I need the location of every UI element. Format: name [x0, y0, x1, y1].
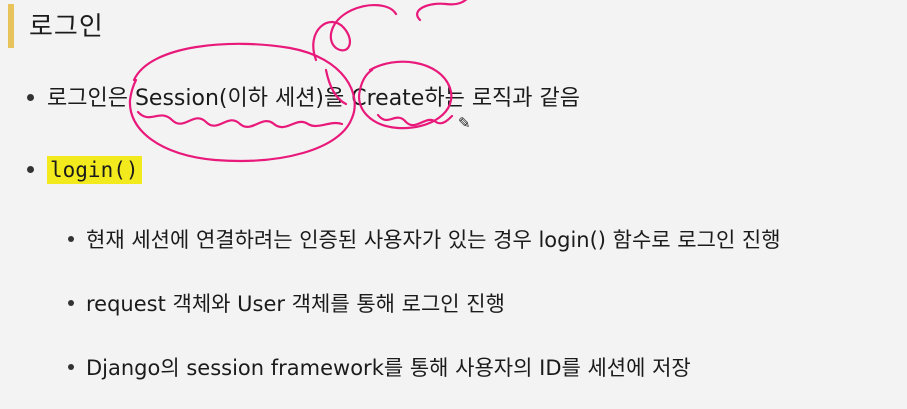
sub-bullet-text: 현재 세션에 연결하려는 인증된 사용자가 있는 경우 login() 함수로 … — [86, 228, 781, 252]
bullet-login-function: login() — [27, 156, 142, 184]
sub-bullet-authenticated-user: 현재 세션에 연결하려는 인증된 사용자가 있는 경우 login() 함수로 … — [68, 230, 781, 251]
annotation-loop-top-1 — [312, 4, 398, 62]
bullet-dot — [27, 165, 34, 173]
hand-annotation-layer — [128, 0, 468, 162]
bullet-text: 로그인은 Session(이하 세션)을 Create하는 로직과 같음 — [47, 86, 581, 111]
bullet-session: 로그인은 Session(이하 세션)을 Create하는 로직과 같음 — [27, 88, 580, 110]
pencil-cursor-icon: ✎ — [458, 114, 471, 132]
sub-bullet-text: request 객체와 User 객체를 통해 로그인 진행 — [86, 292, 505, 316]
sub-bullet-dot — [68, 236, 74, 242]
sub-bullet-dot — [68, 364, 74, 370]
sub-bullet-text: Django의 session framework를 통해 사용자의 ID를 세… — [86, 356, 691, 380]
annotation-underline-create — [376, 113, 454, 127]
sub-bullet-dot — [68, 300, 74, 306]
annotation-loop-top-2 — [416, 0, 468, 22]
slide-title: 로그인 — [29, 12, 104, 42]
sub-bullet-session-framework: Django의 session framework를 통해 사용자의 ID를 세… — [68, 358, 691, 379]
bullet-dot — [27, 93, 34, 101]
annotation-underline-session — [136, 110, 344, 129]
title-accent-bar — [8, 4, 14, 48]
sub-bullet-request-user: request 객체와 User 객체를 통해 로그인 진행 — [68, 294, 505, 315]
code-login: login() — [47, 156, 142, 184]
